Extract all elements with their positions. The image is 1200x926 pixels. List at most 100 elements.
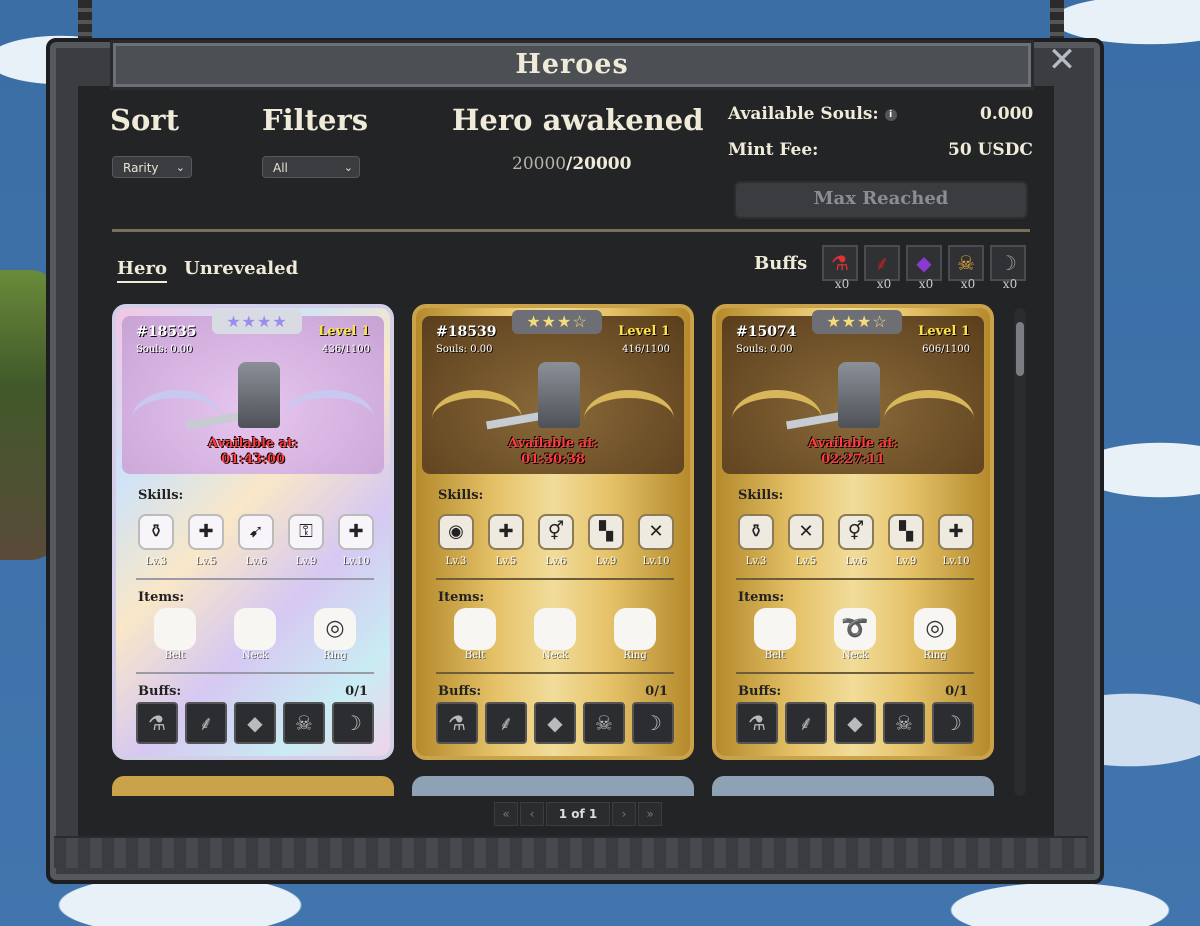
skill-level: Lv.6 [545, 556, 567, 567]
card-buff-slot[interactable]: ◆ [234, 702, 276, 744]
skill-level: Lv.9 [895, 556, 917, 567]
item-slot[interactable]: Ring [612, 608, 658, 661]
title-bar: Heroes [110, 40, 1034, 90]
card-buffs-label: Buffs: [138, 684, 182, 699]
mint-fee-value: 50 USDC [948, 140, 1033, 160]
buff-count: x0 [960, 277, 976, 291]
buff-icon: ☠ [895, 711, 913, 735]
skill-slot[interactable]: ◉ Lv.3 [438, 514, 474, 567]
skill-slot[interactable]: ➹ Lv.6 [238, 514, 274, 567]
section-divider [436, 672, 674, 674]
skill-slot[interactable]: ⚥ Lv.6 [538, 514, 574, 567]
skill-slot[interactable]: ⚱ Lv.3 [138, 514, 174, 567]
card-buff-slot[interactable]: ⸙ [185, 702, 227, 744]
item-slot[interactable]: ◎ Ring [912, 608, 958, 661]
hero-card[interactable]: Available at: 02:27:11 ★★★☆ #15074 Souls… [712, 304, 994, 760]
card-buff-slot[interactable]: ⚗ [436, 702, 478, 744]
card-buffs-count: 0/1 [945, 684, 968, 699]
tab-unrevealed[interactable]: Unrevealed [184, 258, 298, 279]
items-row: Belt Neck Ring [452, 608, 658, 661]
card-buff-slot[interactable]: ⸙ [785, 702, 827, 744]
buff-slot[interactable]: ◆ [906, 245, 942, 281]
skill-slot[interactable]: ✚ Lv.10 [338, 514, 374, 567]
tab-hero[interactable]: Hero [117, 258, 167, 283]
skill-slot[interactable]: ✕ Lv.5 [788, 514, 824, 567]
card-buff-slot[interactable]: ☽ [332, 702, 374, 744]
potion-icon: ⚗ [831, 251, 849, 275]
item-name: Ring [623, 650, 647, 661]
buff-icon: ⚗ [448, 711, 466, 735]
card-buff-slot[interactable]: ◆ [834, 702, 876, 744]
skill-slot[interactable]: ▚ Lv.9 [588, 514, 624, 567]
buff-icon: ◆ [247, 711, 263, 735]
prev-page-button[interactable]: ‹ [520, 802, 544, 826]
skill-icon: ◉ [438, 514, 474, 550]
buff-count: x0 [876, 277, 892, 291]
skill-slot[interactable]: ✚ Lv.5 [488, 514, 524, 567]
card-buff-slot[interactable]: ☠ [583, 702, 625, 744]
hero-card[interactable]: Available at: 01:30:38 ★★★☆ #18539 Souls… [412, 304, 694, 760]
buff-slot[interactable]: ⚗ [822, 245, 858, 281]
skill-icon: ▚ [888, 514, 924, 550]
skill-slot[interactable]: ⚱ Lv.3 [738, 514, 774, 567]
skill-slot[interactable]: ✕ Lv.10 [638, 514, 674, 567]
filters-select[interactable]: All ⌄ [262, 156, 360, 178]
skill-icon: ✚ [938, 514, 974, 550]
card-buff-slot[interactable]: ☠ [283, 702, 325, 744]
max-reached-button[interactable]: Max Reached [734, 181, 1028, 219]
last-page-button[interactable]: » [638, 802, 662, 826]
skill-level: Lv.3 [145, 556, 167, 567]
section-divider [736, 578, 974, 580]
filters-value: All [273, 161, 288, 175]
hero-id: #18539 [436, 324, 497, 340]
skill-slot[interactable]: ⚿ Lv.9 [288, 514, 324, 567]
card-buff-slot[interactable]: ☽ [632, 702, 674, 744]
buff-icon: ◆ [847, 711, 863, 735]
buffs-label: Buffs [754, 253, 808, 274]
header-divider [112, 229, 1030, 232]
skill-slot[interactable]: ✚ Lv.10 [938, 514, 974, 567]
item-slot[interactable]: Neck [232, 608, 278, 661]
first-page-button[interactable]: « [494, 802, 518, 826]
card-buff-slot[interactable]: ☠ [883, 702, 925, 744]
card-buff-slot[interactable]: ⸙ [485, 702, 527, 744]
item-slot[interactable]: ➰ Neck [832, 608, 878, 661]
item-icon [454, 608, 496, 650]
hero-card[interactable]: Available at: 01:43:00 ★★★★ #18535 Souls… [112, 304, 394, 760]
skill-slot[interactable]: ✚ Lv.5 [188, 514, 224, 567]
skill-icon: ⚿ [288, 514, 324, 550]
hero-awakened-count: 20000/20000 [512, 154, 631, 174]
item-slot[interactable]: Belt [152, 608, 198, 661]
awakened-max: 20000 [572, 154, 632, 174]
skill-slot[interactable]: ▚ Lv.9 [888, 514, 924, 567]
skills-label: Skills: [138, 488, 184, 503]
next-page-button[interactable]: › [612, 802, 636, 826]
buff-slot[interactable]: ☽ [990, 245, 1026, 281]
item-slot[interactable]: Belt [452, 608, 498, 661]
buff-slot[interactable]: ☠ [948, 245, 984, 281]
item-icon [154, 608, 196, 650]
scrollbar-thumb[interactable] [1016, 322, 1024, 376]
skill-level: Lv.10 [642, 556, 670, 567]
item-name: Neck [841, 650, 869, 661]
skill-slot[interactable]: ⚥ Lv.6 [838, 514, 874, 567]
buff-slot[interactable]: ⸙ [864, 245, 900, 281]
skill-level: Lv.5 [795, 556, 817, 567]
item-slot[interactable]: ◎ Ring [312, 608, 358, 661]
card-buff-slot[interactable]: ⚗ [736, 702, 778, 744]
skill-icon: ➹ [238, 514, 274, 550]
chevron-down-icon: ⌄ [343, 161, 353, 174]
card-buff-slot[interactable]: ◆ [534, 702, 576, 744]
sort-select[interactable]: Rarity ⌄ [112, 156, 192, 178]
awakened-current: 20000 [512, 154, 567, 174]
item-slot[interactable]: Belt [752, 608, 798, 661]
card-buff-slot[interactable]: ⚗ [136, 702, 178, 744]
card-buff-slot[interactable]: ☽ [932, 702, 974, 744]
close-button[interactable]: ✕ [1046, 43, 1078, 77]
item-icon: ◎ [914, 608, 956, 650]
item-slot[interactable]: Neck [532, 608, 578, 661]
buff-icon: ⸙ [498, 711, 514, 735]
info-icon[interactable]: i [884, 108, 897, 121]
card-list-scrollbar[interactable] [1014, 308, 1026, 796]
available-at-time: 01:30:38 [521, 452, 585, 467]
